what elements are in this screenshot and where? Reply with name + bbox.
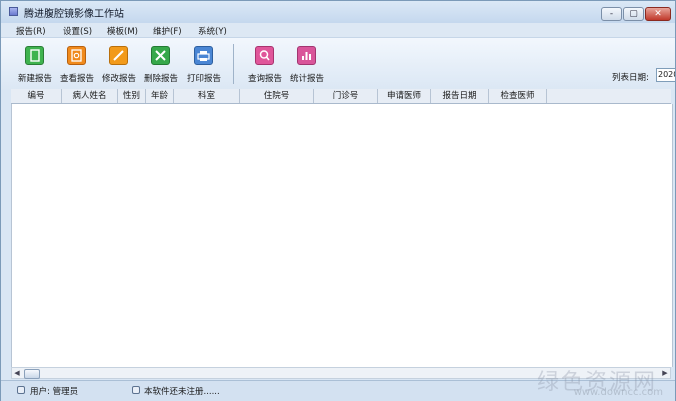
column-header-report-date[interactable]: 报告日期 xyxy=(431,89,489,103)
watermark-url: www.downcc.com xyxy=(573,387,663,398)
list-date-label: 列表日期: xyxy=(612,73,649,83)
column-header-examining-doctor[interactable]: 检查医师 xyxy=(489,89,547,103)
window-title: 腾进腹腔镜影像工作站 xyxy=(24,9,124,20)
scroll-thumb[interactable] xyxy=(24,369,40,379)
print-report-button[interactable]: 打印报告 xyxy=(184,38,224,88)
column-header-inpatient-no[interactable]: 住院号 xyxy=(240,89,314,103)
user-icon xyxy=(17,386,25,394)
report-list[interactable] xyxy=(11,104,673,367)
scroll-right-icon[interactable]: ▶ xyxy=(660,368,670,378)
delete-report-button[interactable]: 删除报告 xyxy=(141,38,181,88)
menu-bar: 报告(R) 设置(S) 模板(M) 维护(F) 系统(Y) xyxy=(1,23,675,37)
column-header-gender[interactable]: 性别 xyxy=(118,89,146,103)
search-report-icon xyxy=(255,46,274,65)
new-report-icon xyxy=(25,46,44,65)
toolbar-separator xyxy=(233,44,234,84)
menu-template[interactable]: 模板(M) xyxy=(107,25,138,37)
scroll-left-icon[interactable]: ◀ xyxy=(12,368,22,378)
list-date-field[interactable]: 2020 xyxy=(656,68,676,82)
minimize-button[interactable]: - xyxy=(601,7,622,21)
search-report-button[interactable]: 查询报告 xyxy=(245,38,285,88)
menu-report[interactable]: 报告(R) xyxy=(16,25,46,37)
column-header-department[interactable]: 科室 xyxy=(174,89,240,103)
table-header: 编号 病人姓名 性别 年龄 科室 住院号 门诊号 申请医师 报告日期 检查医师 xyxy=(11,89,671,104)
app-icon xyxy=(9,7,18,16)
title-bar: 腾进腹腔镜影像工作站 - ▢ ✕ xyxy=(1,1,675,23)
toolbar: 新建报告 查看报告 修改报告 删除报告 打印报告 查询报告 统计报告 列表日期:… xyxy=(1,37,676,90)
application-window: 腾进腹腔镜影像工作站 - ▢ ✕ 报告(R) 设置(S) 模板(M) 维护(F)… xyxy=(0,0,676,401)
new-report-button[interactable]: 新建报告 xyxy=(15,38,55,88)
maximize-button[interactable]: ▢ xyxy=(623,7,644,21)
view-report-icon xyxy=(67,46,86,65)
delete-report-icon xyxy=(151,46,170,65)
column-header-requesting-doctor[interactable]: 申请医师 xyxy=(378,89,431,103)
registration-icon xyxy=(132,386,140,394)
menu-maintenance[interactable]: 维护(F) xyxy=(153,25,182,37)
column-header-age[interactable]: 年龄 xyxy=(146,89,174,103)
column-header-outpatient-no[interactable]: 门诊号 xyxy=(314,89,378,103)
stats-report-button[interactable]: 统计报告 xyxy=(287,38,327,88)
view-report-button[interactable]: 查看报告 xyxy=(57,38,97,88)
edit-report-button[interactable]: 修改报告 xyxy=(99,38,139,88)
menu-system[interactable]: 系统(Y) xyxy=(198,25,227,37)
column-header-id[interactable]: 编号 xyxy=(11,89,62,103)
print-report-label: 打印报告 xyxy=(186,74,221,84)
column-header-patient-name[interactable]: 病人姓名 xyxy=(62,89,118,103)
status-registration: 本软件还未注册...... xyxy=(144,387,220,397)
edit-report-icon xyxy=(109,46,128,65)
menu-settings[interactable]: 设置(S) xyxy=(63,25,92,37)
status-user: 用户: 管理员 xyxy=(30,387,79,397)
stats-report-label: 统计报告 xyxy=(289,74,324,84)
print-report-icon xyxy=(194,46,213,65)
close-button[interactable]: ✕ xyxy=(645,7,671,21)
stats-report-icon xyxy=(297,46,316,65)
